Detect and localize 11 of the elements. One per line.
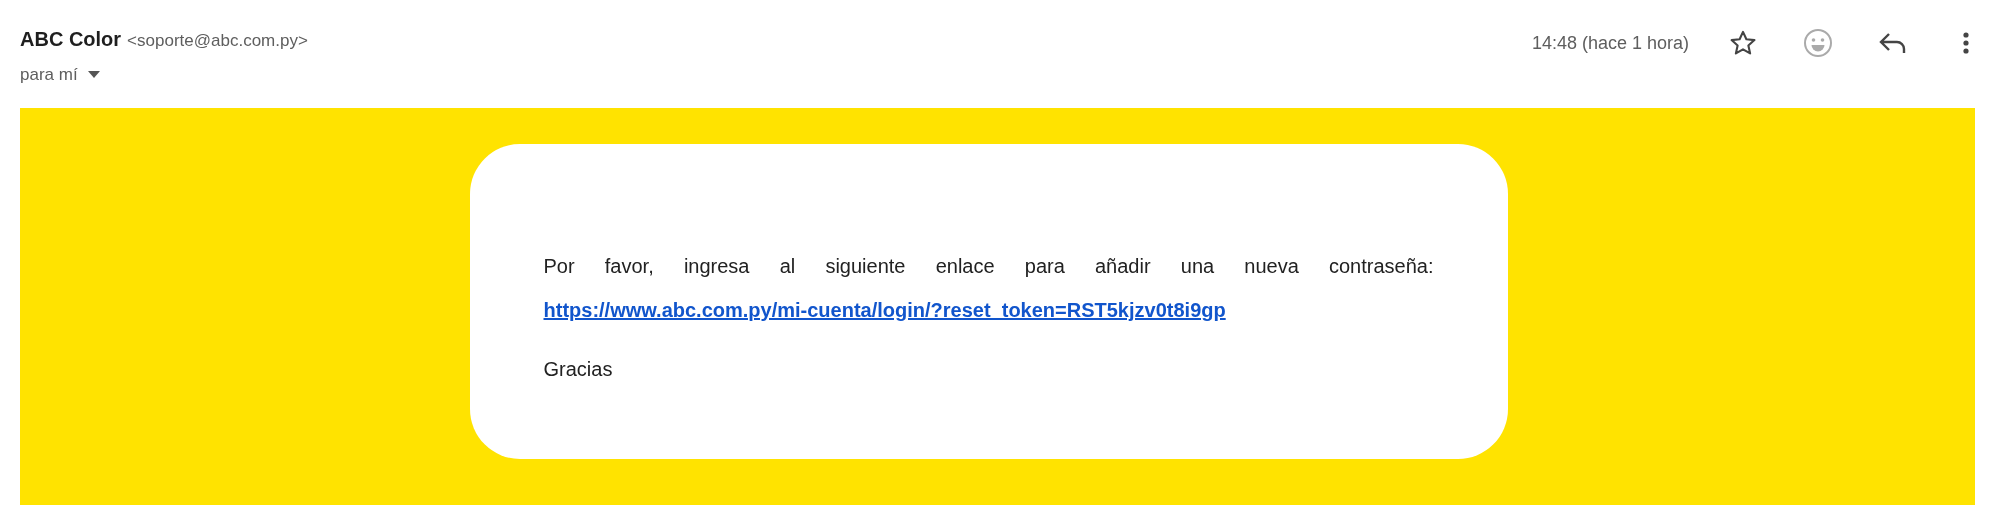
sender-email: <soporte@abc.com.py>	[127, 30, 308, 52]
reply-icon[interactable]	[1879, 31, 1907, 55]
more-options-icon[interactable]	[1963, 32, 1969, 54]
sender-name: ABC Color	[20, 27, 122, 52]
closing-text: Gracias	[543, 357, 614, 382]
message-time: 14:48 (hace 1 hora)	[1531, 31, 1689, 55]
star-icon[interactable]	[1729, 29, 1757, 57]
message-text: Por favor, ingresa al siguiente enlace para añadir una nueva contraseña: https://www.abc.com.py/mi-cuenta/login/?reset_token=RST5kjzv0t8i9gp	[543, 254, 1434, 323]
caret-icon	[87, 71, 100, 79]
reset-password-link[interactable]: https://www.abc.com.py/mi-cuenta/login/?reset_token=RST5kjzv0t8i9gp	[543, 299, 1226, 321]
recipient-dropdown[interactable]: para mí	[20, 62, 100, 88]
